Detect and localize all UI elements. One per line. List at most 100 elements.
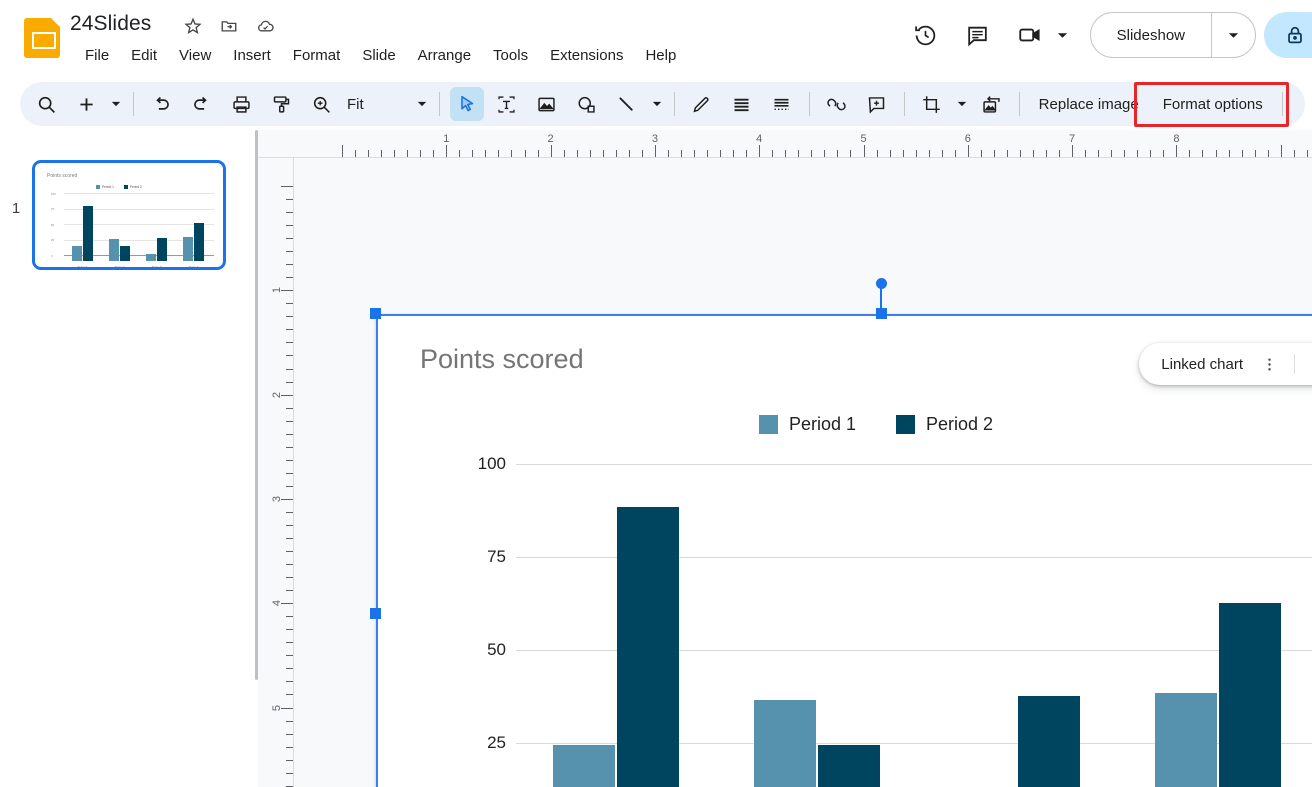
ruler-tick xyxy=(286,772,293,774)
ruler-tick xyxy=(286,329,293,331)
thumbnail-legend-swatch-2 xyxy=(123,185,128,189)
legend-item-period-2: Period 2 xyxy=(896,414,993,435)
line-icon[interactable] xyxy=(610,87,644,121)
new-slide-caret-icon[interactable] xyxy=(107,89,125,119)
ruler-tick xyxy=(511,150,513,157)
ruler-tick xyxy=(281,186,293,187)
ruler-tick xyxy=(407,150,409,157)
ruler-tick xyxy=(286,759,293,761)
menu-extensions[interactable]: Extensions xyxy=(539,45,634,66)
cloud-saved-icon[interactable] xyxy=(254,15,276,37)
insert-image-icon[interactable] xyxy=(530,87,564,121)
ruler-tick xyxy=(902,150,904,157)
insert-link-icon[interactable] xyxy=(820,87,854,121)
selection-handle-top-left[interactable] xyxy=(370,308,381,319)
ruler-tick xyxy=(286,316,293,318)
menu-help[interactable]: Help xyxy=(634,45,687,66)
slide-page[interactable]: Points scored Period 1 Period 2 02550751… xyxy=(376,314,1312,787)
selection-handle-middle-left[interactable] xyxy=(370,608,381,619)
image-options-icon[interactable] xyxy=(975,87,1009,121)
new-slide-icon[interactable] xyxy=(69,87,103,121)
thumbnail-x-label: Team 1 xyxy=(77,265,88,269)
menu-insert[interactable]: Insert xyxy=(222,45,282,66)
ruler-tick xyxy=(286,368,293,370)
document-title[interactable]: 24Slides xyxy=(70,12,151,36)
ruler-tick xyxy=(286,733,293,735)
meet-button-group[interactable] xyxy=(1010,15,1074,55)
ruler-tick xyxy=(1176,145,1178,157)
chart-y-tick-label: 100 xyxy=(477,454,506,473)
menu-view[interactable]: View xyxy=(168,45,222,66)
crop-caret-icon[interactable] xyxy=(953,89,971,119)
ruler-tick xyxy=(615,150,617,157)
slide-thumbnail-1[interactable]: Points scored Period 1 Period 2 0 25 50 75 1… xyxy=(32,160,226,270)
linked-chart-toolbar[interactable]: Linked chart xyxy=(1139,343,1312,385)
comment-icon[interactable] xyxy=(958,15,998,55)
paint-format-icon[interactable] xyxy=(264,87,298,121)
ruler-tick xyxy=(286,251,293,253)
ruler-tick xyxy=(1163,150,1165,157)
workspace: 1 Points scored Period 1 Period 2 0 25 50 7… xyxy=(0,130,1312,787)
ruler-tick xyxy=(1228,150,1230,157)
zoom-icon[interactable] xyxy=(304,87,338,121)
menu-file[interactable]: File xyxy=(74,45,120,66)
menu-arrange[interactable]: Arrange xyxy=(407,45,482,66)
crop-icon[interactable] xyxy=(915,87,949,121)
rotation-handle[interactable] xyxy=(876,278,887,289)
ruler-tick xyxy=(863,145,865,157)
ruler-label-h: 5 xyxy=(860,133,867,145)
meet-video-icon[interactable] xyxy=(1010,15,1050,55)
thumbnail-legend: Period 1 Period 2 xyxy=(96,185,142,189)
ruler-tick xyxy=(286,446,293,448)
menu-format[interactable]: Format xyxy=(282,45,352,66)
search-icon[interactable] xyxy=(29,87,63,121)
slideshow-button[interactable]: Slideshow xyxy=(1091,13,1211,57)
zoom-dropdown-caret-icon[interactable] xyxy=(413,89,431,119)
ruler-tick xyxy=(286,524,293,526)
ruler-tick xyxy=(286,381,293,383)
collapse-arrows-icon[interactable] xyxy=(1306,350,1312,378)
ruler-tick xyxy=(667,150,669,157)
menu-slide[interactable]: Slide xyxy=(351,45,406,66)
print-icon[interactable] xyxy=(224,87,258,121)
ruler-tick xyxy=(286,511,293,513)
undo-icon[interactable] xyxy=(144,87,178,121)
shape-icon[interactable] xyxy=(570,87,604,121)
add-comment-icon[interactable] xyxy=(860,87,894,121)
pen-icon[interactable] xyxy=(685,87,719,121)
slide-list-item[interactable]: 1 Points scored Period 1 Period 2 0 25 50 7… xyxy=(0,160,258,270)
thumbnail-bar xyxy=(119,246,131,261)
more-options-icon[interactable] xyxy=(1255,350,1283,378)
selection-handle-top-center[interactable] xyxy=(876,308,887,319)
version-history-icon[interactable] xyxy=(906,15,946,55)
menu-edit[interactable]: Edit xyxy=(120,45,168,66)
select-tool-icon[interactable] xyxy=(449,87,484,121)
thumbnail-legend-swatch-1 xyxy=(96,185,100,189)
ruler-tick xyxy=(485,150,487,157)
thumbnail-y-label: 0 xyxy=(51,253,53,258)
chevron-down-icon[interactable] xyxy=(1052,15,1074,55)
line-caret-icon[interactable] xyxy=(648,89,666,119)
menu-tools[interactable]: Tools xyxy=(482,45,539,66)
ruler-tick xyxy=(772,150,774,157)
star-icon[interactable] xyxy=(182,15,204,37)
ruler-tick xyxy=(1267,150,1269,157)
format-options-button[interactable]: Format options xyxy=(1151,89,1275,120)
zoom-level-label[interactable]: Fit xyxy=(341,96,370,113)
ruler-tick xyxy=(563,150,565,157)
ruler-tick xyxy=(286,472,293,474)
text-box-icon[interactable] xyxy=(490,87,524,121)
toolbar-divider-3 xyxy=(673,92,675,116)
slideshow-button-group[interactable]: Slideshow xyxy=(1089,12,1256,58)
ruler-tick xyxy=(286,199,293,201)
slide-canvas[interactable]: Points scored Period 1 Period 2 02550751… xyxy=(294,158,1312,787)
align-icon[interactable] xyxy=(725,87,759,121)
text-format-icon[interactable] xyxy=(765,87,799,121)
lock-icon[interactable] xyxy=(1264,12,1312,58)
thumbnail-x-label: Team 2 xyxy=(114,265,125,269)
replace-image-button[interactable]: Replace image xyxy=(1027,89,1151,120)
ruler-tick xyxy=(759,145,761,157)
slideshow-dropdown-caret-icon[interactable] xyxy=(1211,13,1255,57)
redo-icon[interactable] xyxy=(184,87,218,121)
move-to-folder-icon[interactable] xyxy=(218,15,240,37)
